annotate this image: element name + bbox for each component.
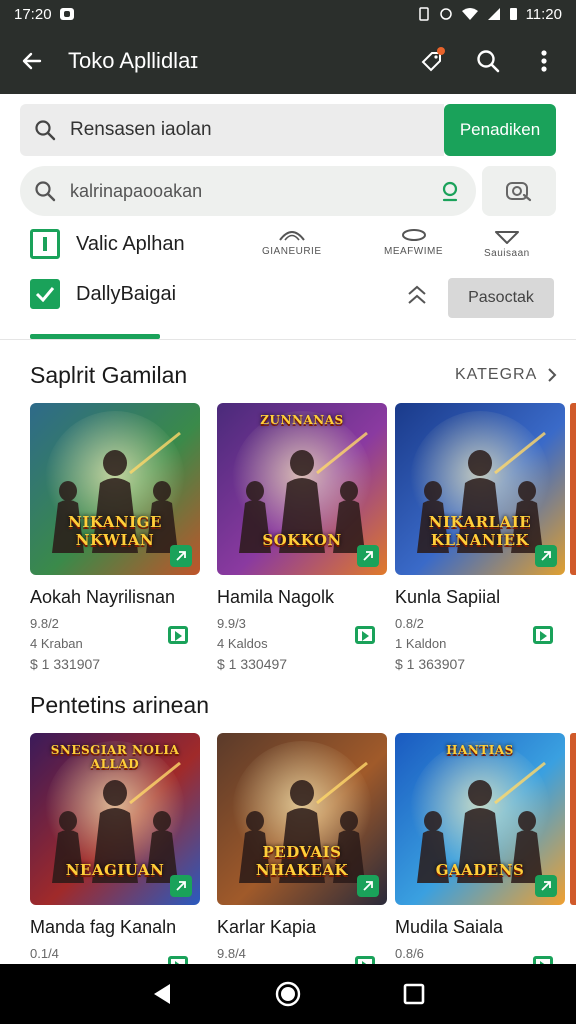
app-thumbnail[interactable]: PEDVAIS NHAKEAK: [217, 733, 387, 905]
search-icon[interactable]: [474, 47, 502, 75]
wifi-icon: [461, 8, 478, 20]
primary-search-input[interactable]: Rensasen iaolan: [20, 104, 444, 156]
play-badge-icon: [535, 875, 557, 897]
lens-search-button[interactable]: [482, 166, 556, 216]
app-name[interactable]: Manda fag Kanaln: [30, 917, 202, 938]
app-card[interactable]: NIKANIGE NKWIAN Aokah Nayrilisnan 9.8/2 …: [30, 403, 202, 674]
category-1-icon: [278, 231, 305, 241]
section-1-more-link[interactable]: KATEGRA: [455, 366, 557, 384]
search-icon: [35, 181, 56, 202]
thumbnail-top-title: HANTIAS: [446, 743, 514, 757]
category-1-label: GIANEURIE: [262, 246, 322, 257]
filter-row-1[interactable]: Valic Aplhan: [30, 229, 185, 259]
thumbnail-top-title: ZUNNANAS: [260, 413, 344, 427]
vibrate-icon: [418, 7, 429, 21]
status-bar: 17:20 11:20: [0, 0, 576, 28]
page-title: Toko Apllidlaɪ: [68, 48, 199, 73]
play-badge-icon: [357, 545, 379, 567]
app-thumbnail[interactable]: SNESGIAR NOLIA ALLAD NEAGIUAN: [30, 733, 200, 905]
status-time-left: 17:20: [14, 5, 52, 23]
notification-icon: [59, 8, 74, 20]
battery-icon: [509, 8, 517, 20]
play-badge-icon: [170, 875, 192, 897]
filter-label-1: Valic Aplhan: [76, 232, 185, 255]
thumbnail-title: NIKANIGE NKWIAN: [68, 513, 162, 549]
notification-dot: [437, 47, 445, 55]
primary-search-bar: Rensasen iaolan Penadiken: [20, 104, 556, 156]
tag-icon[interactable]: [418, 47, 446, 75]
signal-icon: [487, 8, 500, 20]
app-card-peek[interactable]: [570, 403, 576, 575]
alarm-icon: [439, 8, 452, 20]
app-card[interactable]: SNESGIAR NOLIA ALLAD NEAGIUAN Manda fag …: [30, 733, 202, 974]
divider: [0, 339, 576, 340]
home-icon[interactable]: [274, 980, 302, 1008]
chevron-up-icon[interactable]: [404, 284, 430, 306]
primary-search-placeholder: Rensasen iaolan: [70, 119, 212, 140]
status-time-right: 11:20: [525, 5, 562, 23]
app-card[interactable]: ZUNNANAS SOKKON Hamila Nagolk 9.9/3 4 Ka…: [217, 403, 389, 674]
secondary-search-placeholder: kalrinapaooakan: [70, 180, 203, 201]
thumbnail-title: NIKARLAIE KLNANIEK: [428, 513, 532, 549]
search-icon: [35, 120, 56, 141]
app-card[interactable]: NIKARLAIE KLNANIEK Kunla Sapiial 0.8/2 1…: [395, 403, 567, 674]
app-meta: 0.8/6: [395, 944, 567, 974]
app-toolbar: Toko Apllidlaɪ: [0, 28, 576, 94]
app-name[interactable]: Hamila Nagolk: [217, 587, 389, 608]
play-badge-icon: [357, 875, 379, 897]
category-2-label: MEAFWIME: [384, 246, 443, 257]
search-submit-button[interactable]: Penadiken: [444, 104, 556, 156]
thumbnail-top-title: SNESGIAR NOLIA ALLAD: [50, 743, 180, 771]
install-icon[interactable]: [168, 626, 188, 644]
category-3[interactable]: Sauisaan: [484, 228, 530, 259]
app-price: $ 1 330497: [217, 656, 288, 672]
category-3-icon: [494, 231, 519, 244]
app-name[interactable]: Aokah Nayrilisnan: [30, 587, 202, 608]
app-name[interactable]: Mudila Saiala: [395, 917, 567, 938]
app-price: $ 1 363907: [395, 656, 466, 672]
app-meta: 0.1/4: [30, 944, 202, 974]
checkbox-checked[interactable]: [30, 279, 60, 309]
recents-icon[interactable]: [402, 982, 426, 1006]
app-thumbnail[interactable]: HANTIAS GAADENS: [395, 733, 565, 905]
app-name[interactable]: Karlar Kapia: [217, 917, 389, 938]
back-icon[interactable]: [150, 982, 174, 1006]
chevron-right-icon: [548, 368, 557, 382]
filter-row-2[interactable]: DallyBaigai: [30, 279, 176, 309]
section-1-title: Saplrit Gamilan: [30, 362, 188, 388]
play-badge-icon: [535, 545, 557, 567]
category-3-label: Sauisaan: [484, 248, 530, 259]
app-meta: 9.9/3 4 Kaldos $ 1 330497: [217, 614, 389, 674]
checkbox-unchecked[interactable]: [30, 229, 60, 259]
camera-search-icon: [506, 182, 532, 202]
app-price: $ 1 331907: [30, 656, 101, 672]
app-meta: 9.8/2 4 Kraban $ 1 331907: [30, 614, 202, 674]
category-1[interactable]: GIANEURIE: [262, 228, 322, 257]
check-icon: [35, 287, 55, 302]
app-meta: 9.8/4: [217, 944, 389, 974]
app-card[interactable]: HANTIAS GAADENS Mudila Saiala 0.8/6: [395, 733, 567, 974]
system-nav-bar: [0, 964, 576, 1024]
app-card[interactable]: PEDVAIS NHAKEAK Karlar Kapia 9.8/4: [217, 733, 389, 974]
play-badge-icon: [170, 545, 192, 567]
category-2-icon: [401, 229, 426, 241]
app-name[interactable]: Kunla Sapiial: [395, 587, 567, 608]
install-icon[interactable]: [533, 626, 553, 644]
voice-search-icon[interactable]: [440, 180, 462, 202]
thumbnail-title: PEDVAIS NHAKEAK: [255, 843, 349, 879]
app-thumbnail[interactable]: NIKANIGE NKWIAN: [30, 403, 200, 575]
back-arrow-icon[interactable]: [18, 47, 46, 75]
category-2[interactable]: MEAFWIME: [384, 228, 443, 257]
section-2-title: Pentetins arinean: [30, 692, 210, 718]
section-1-more-label: KATEGRA: [455, 366, 538, 383]
more-vert-icon[interactable]: [530, 47, 558, 75]
app-thumbnail[interactable]: NIKARLAIE KLNANIEK: [395, 403, 565, 575]
filter-label-2: DallyBaigai: [76, 282, 177, 305]
install-icon[interactable]: [355, 626, 375, 644]
app-meta: 0.8/2 1 Kaldon $ 1 363907: [395, 614, 567, 674]
app-card-peek[interactable]: [570, 733, 576, 905]
app-thumbnail[interactable]: ZUNNANAS SOKKON: [217, 403, 387, 575]
pasok-button[interactable]: Pasoctak: [448, 278, 554, 318]
secondary-search-input[interactable]: kalrinapaooakan: [20, 166, 476, 216]
